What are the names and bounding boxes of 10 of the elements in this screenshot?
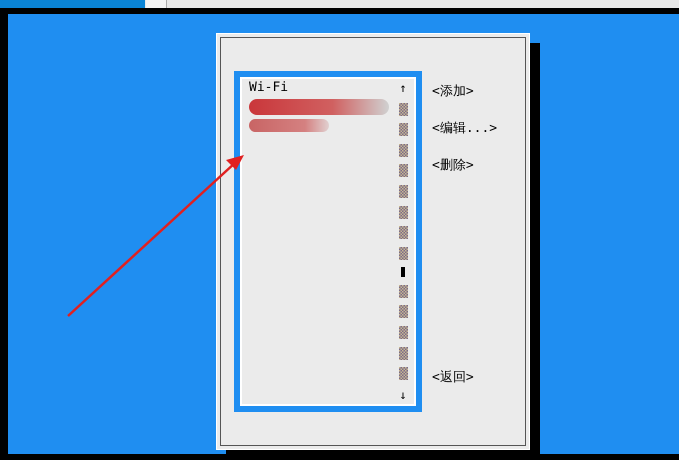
menu-button[interactable]: <删除> — [432, 158, 498, 174]
scroll-up-arrow[interactable]: ↑ — [399, 81, 407, 95]
back-button[interactable]: <返回> — [432, 370, 498, 386]
menu-button[interactable]: <编辑...> — [432, 121, 498, 137]
redacted-entry[interactable] — [249, 119, 329, 132]
list-heading: Wi-Fi — [249, 81, 290, 95]
window-tab[interactable] — [146, 0, 167, 8]
scroll-down-arrow[interactable]: ↓ — [399, 388, 407, 402]
redacted-entry[interactable] — [249, 99, 389, 115]
menu-button[interactable]: <添加> — [432, 84, 498, 100]
